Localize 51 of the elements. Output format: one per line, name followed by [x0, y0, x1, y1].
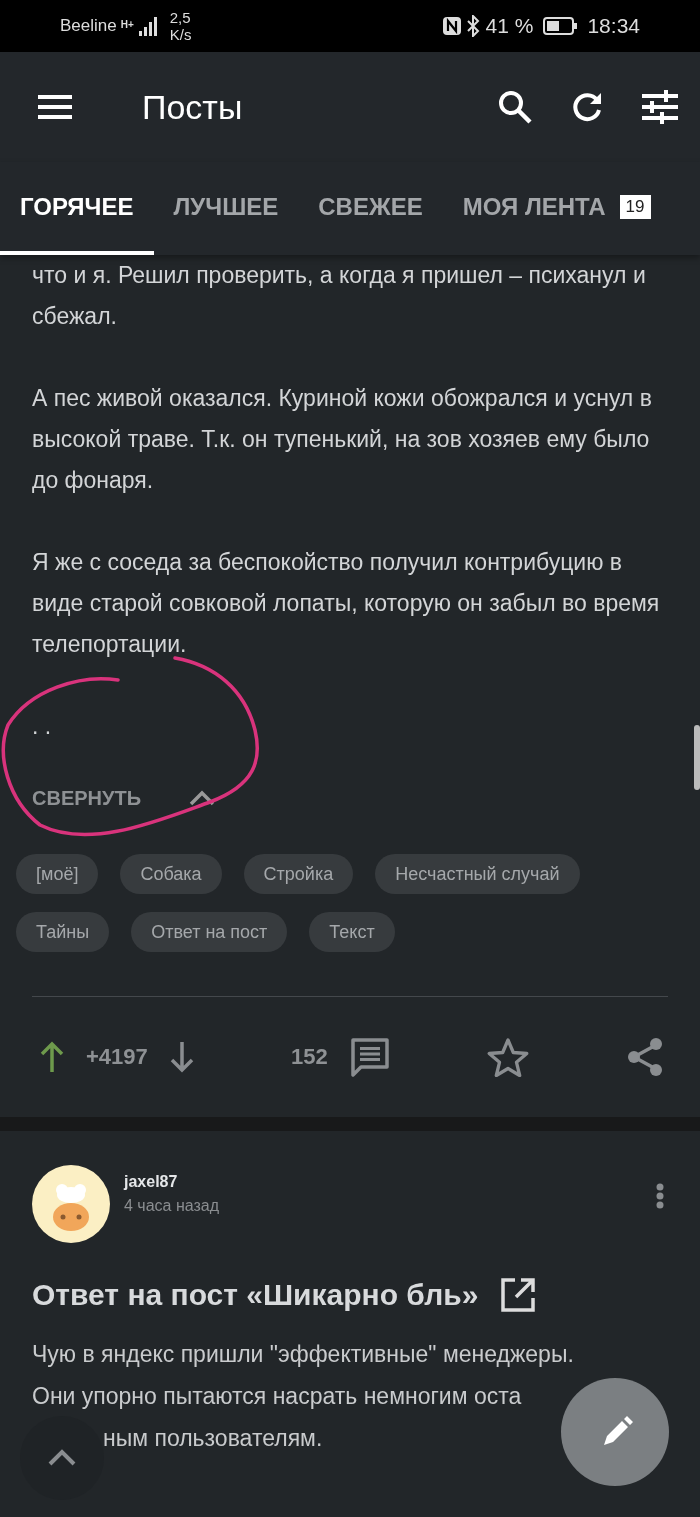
tab[interactable]: ГОРЯЧЕЕ [0, 162, 154, 255]
speed-value: 2,5 [169, 9, 192, 26]
tag-chip[interactable]: Тайны [16, 912, 110, 952]
tag-chip[interactable]: [моё] [16, 854, 99, 894]
chevron-up-icon [189, 790, 216, 806]
post-text-line: Чую в яндекс пришли "эффективные" менеджеры. [32, 1340, 575, 1369]
speed-unit: K/s [169, 26, 192, 43]
avatar-icon [32, 1165, 110, 1243]
compose-button[interactable] [560, 1377, 670, 1487]
rating-count: +4197 [86, 1044, 148, 1070]
network-type: H+ [120, 19, 134, 30]
nfc-icon [441, 16, 462, 36]
clock-time: 18:34 [587, 14, 640, 38]
battery-percent: 41 % [485, 14, 534, 38]
arrow-up-icon[interactable] [40, 1041, 64, 1073]
menu-icon[interactable] [38, 94, 72, 120]
sliders-icon[interactable] [642, 90, 678, 124]
carrier-name: Beeline [60, 16, 117, 36]
post-paragraph: А пес живой оказался. Куриной кожи обожрался и уснул в высокой траве. Т.к. он тупенький, на зов хозяев ему было до фонаря. [32, 384, 653, 495]
tag-chip[interactable]: Текст [309, 912, 395, 952]
tag-chip[interactable]: Несчастный случай [375, 854, 580, 894]
post-paragraph: . . [32, 712, 53, 741]
tab[interactable]: МОЯ ЛЕНТА 19 [442, 162, 671, 255]
tag-chip[interactable]: Ответ на пост [131, 912, 288, 952]
tab[interactable]: ЛУЧШЕЕ [153, 162, 299, 255]
post-time: 4 часа назад [124, 1197, 221, 1215]
tab[interactable]: СВЕЖЕЕ [298, 162, 443, 255]
post-text-line: Они упорно пытаются насрать немногим оста [32, 1382, 523, 1411]
post-paragraph: что и я. Решил проверить, а когда я пришел – психанул и сбежал. [32, 261, 647, 331]
author-name[interactable]: jaxel87 [124, 1173, 642, 1191]
signal-icon [137, 15, 158, 37]
search-icon[interactable] [498, 90, 532, 124]
battery-icon [543, 17, 578, 35]
comment-icon[interactable] [349, 1037, 390, 1077]
comment-count: 152 [290, 1044, 328, 1070]
refresh-icon[interactable] [570, 90, 604, 124]
arrow-down-icon[interactable] [169, 1041, 194, 1073]
tag-chip[interactable]: Собака [120, 854, 222, 894]
external-link-icon[interactable] [500, 1277, 537, 1313]
scrollbar-thumb [694, 725, 700, 790]
post-text-line: ным пользователям. [102, 1424, 324, 1453]
post-title[interactable]: Ответ на пост «Шикарно бль» [32, 1278, 479, 1312]
screen-title: Посты [142, 87, 244, 127]
tag-chip[interactable]: Стройка [243, 854, 354, 894]
count-badge: 19 [619, 194, 651, 219]
star-icon[interactable] [486, 1037, 529, 1077]
post-paragraph: Я же с соседа за беспокойство получил контрибуцию в виде старой совковой лопаты, которую он забыл во время телепортации. [32, 548, 661, 659]
share-icon[interactable] [626, 1037, 664, 1077]
collapse-button[interactable]: СВЕРНУТЬ [32, 778, 216, 818]
bluetooth-icon [465, 15, 480, 37]
more-vertical-icon[interactable] [656, 1183, 664, 1209]
